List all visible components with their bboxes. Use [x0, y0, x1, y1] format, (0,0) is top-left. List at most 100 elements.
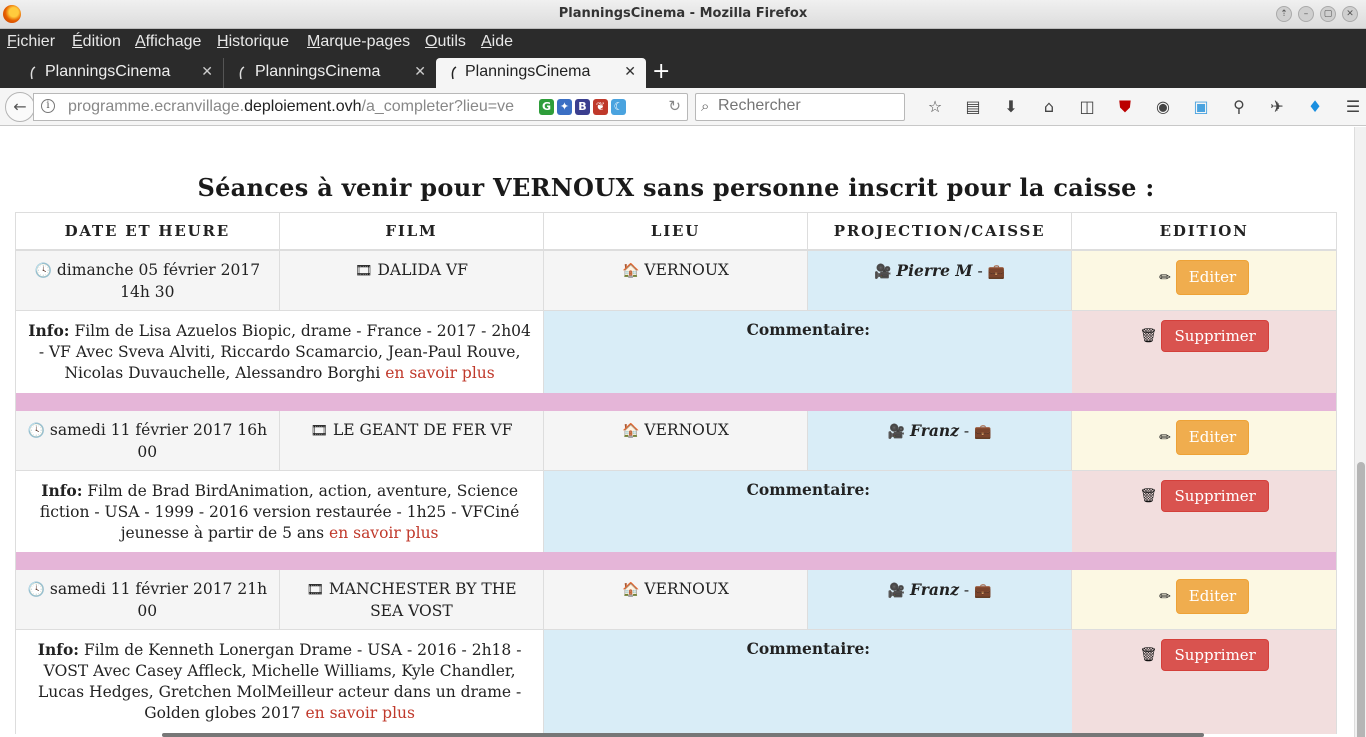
addon-bird-icon[interactable]: ✈	[1258, 96, 1296, 118]
menu-affichage[interactable]: Affichage	[135, 33, 201, 51]
window-minimize-button[interactable]: –	[1298, 6, 1314, 22]
more-info-link[interactable]: en savoir plus	[329, 524, 438, 542]
session-date: samedi 11 février 2017 21h 00	[49, 580, 268, 620]
addon-g-icon[interactable]: G	[539, 99, 554, 115]
edit-button[interactable]: Editer	[1175, 420, 1250, 455]
session-date: samedi 11 février 2017 16h 00	[49, 421, 268, 461]
session-info: Info: Film de Brad BirdAnimation, action…	[16, 471, 545, 552]
addon-b-icon[interactable]: B	[575, 99, 590, 115]
pocket-icon[interactable]: ◫	[1068, 96, 1106, 118]
session-date-cell: 🕓 samedi 11 février 2017 16h 00	[16, 411, 280, 470]
url-text[interactable]: programme.ecranvillage.deploiement.ovh/a…	[68, 98, 518, 116]
comment-label: Commentaire:	[544, 630, 1073, 734]
menu-historique[interactable]: Historique	[217, 33, 289, 51]
tab-1[interactable]: PlanningsCinema ✕	[0, 58, 224, 88]
tab-3-close-icon[interactable]: ✕	[624, 63, 636, 80]
color-picker-icon[interactable]: ◉	[1144, 96, 1182, 118]
window-close-button[interactable]: ✕	[1342, 6, 1358, 22]
video-camera-icon: 🎥	[887, 424, 906, 440]
delete-button[interactable]: Supprimer	[1161, 320, 1269, 352]
session-projection-cell: 🎥 Franz - 💼	[807, 411, 1073, 470]
search-input[interactable]	[718, 97, 898, 115]
window-titlebar: PlanningsCinema - Mozilla Firefox ⇡ – ▢ …	[0, 0, 1366, 29]
menu-marque-pages[interactable]: Marque-pages	[307, 33, 410, 51]
session-projection-cell: 🎥 Franz - 💼	[807, 570, 1073, 629]
ublock-icon[interactable]: ⛊	[1106, 96, 1144, 118]
session-film-cell: 🎞 MANCHESTER BY THE SEA VOST	[279, 570, 545, 629]
menu-fichier[interactable]: Fichier	[7, 33, 55, 51]
session-film: DALIDA VF	[377, 261, 469, 279]
session-delete-cell: 🗑 Supprimer	[1072, 471, 1336, 552]
url-bar[interactable]: i programme.ecranvillage.deploiement.ovh…	[33, 93, 688, 121]
favicon-icon	[239, 66, 245, 80]
tab-bar: PlanningsCinema ✕ PlanningsCinema ✕ Plan…	[0, 58, 1366, 88]
download-icon[interactable]: ⬇	[992, 96, 1030, 118]
menu-outils[interactable]: Outils	[425, 33, 466, 51]
more-info-link[interactable]: en savoir plus	[385, 364, 494, 382]
trash-icon: 🗑	[1139, 646, 1158, 663]
scrollbar-thumb[interactable]	[1357, 462, 1365, 737]
session-place: VERNOUX	[644, 261, 729, 279]
new-tab-plus-icon[interactable]: +	[652, 59, 670, 84]
comment-label: Commentaire:	[544, 471, 1073, 552]
window-title: PlanningsCinema - Mozilla Firefox	[558, 6, 808, 21]
addon-moon-icon[interactable]: ☾	[611, 99, 626, 115]
tab-1-close-icon[interactable]: ✕	[201, 63, 213, 80]
horizontal-scrollbar[interactable]	[162, 733, 1204, 737]
search-box[interactable]: ⌕	[695, 93, 905, 121]
home-icon: 🏠	[622, 263, 640, 279]
table-row: 🕓 samedi 11 février 2017 16h 00 🎞 LE GEA…	[15, 411, 1337, 471]
trash-icon: 🗑	[1139, 487, 1158, 504]
vertical-scrollbar[interactable]	[1354, 127, 1366, 737]
briefcase-icon: 💼	[987, 264, 1006, 280]
screenshot-icon[interactable]: ▣	[1182, 96, 1220, 118]
site-info-icon[interactable]: i	[41, 99, 55, 113]
tab-2[interactable]: PlanningsCinema ✕	[224, 58, 436, 88]
addon-sparkle-icon[interactable]: ✦	[557, 99, 572, 115]
film-icon: 🎞	[310, 423, 329, 439]
briefcase-icon: 💼	[974, 424, 992, 440]
pencil-icon: ✏	[1159, 429, 1171, 446]
page-content: Séances à venir pour VERNOUX sans person…	[0, 127, 1354, 737]
session-date: dimanche 05 février 2017 14h 30	[56, 261, 261, 301]
film-icon: 🎞	[354, 263, 373, 279]
clock-icon: 🕓	[27, 582, 45, 598]
back-arrow-icon[interactable]: ←	[5, 92, 35, 122]
table-row: 🕓 dimanche 05 février 2017 14h 30 🎞 DALI…	[15, 251, 1337, 311]
reload-icon[interactable]: ↻	[668, 97, 681, 115]
edit-button[interactable]: Editer	[1175, 579, 1250, 614]
tab-2-label: PlanningsCinema	[255, 63, 381, 80]
edit-button[interactable]: Editer	[1175, 260, 1250, 295]
reading-list-icon[interactable]: ▤	[954, 96, 992, 118]
menu-edition[interactable]: Édition	[72, 33, 121, 51]
header-date: DATE ET HEURE	[16, 213, 280, 249]
video-camera-icon: 🎥	[887, 583, 906, 599]
addon-flower-icon[interactable]: ❦	[593, 99, 608, 115]
session-edit-cell: ✏ Editer	[1072, 570, 1336, 629]
tab-3-active[interactable]: PlanningsCinema ✕	[436, 58, 646, 88]
session-delete-cell: 🗑 Supprimer	[1072, 630, 1336, 734]
tab-3-label: PlanningsCinema	[465, 63, 591, 80]
session-place-cell: 🏠 VERNOUX	[544, 251, 808, 310]
row-separator	[15, 393, 1337, 411]
session-delete-cell: 🗑 Supprimer	[1072, 311, 1336, 393]
tab-2-close-icon[interactable]: ✕	[414, 63, 426, 80]
table-row: 🕓 samedi 11 février 2017 21h 00 🎞 MANCHE…	[15, 570, 1337, 630]
session-edit-cell: ✏ Editer	[1072, 411, 1336, 470]
more-info-link[interactable]: en savoir plus	[305, 704, 414, 722]
window-maximize-button[interactable]: ▢	[1320, 6, 1336, 22]
tab-1-label: PlanningsCinema	[45, 63, 171, 80]
favicon-icon	[30, 66, 36, 80]
window-shade-button[interactable]: ⇡	[1276, 6, 1292, 22]
hamburger-menu-icon[interactable]: ☰	[1334, 96, 1366, 118]
table-row-details: Info: Film de Brad BirdAnimation, action…	[15, 471, 1337, 552]
session-date-cell: 🕓 dimanche 05 février 2017 14h 30	[16, 251, 280, 310]
bookmark-star-icon[interactable]: ☆	[916, 96, 954, 118]
drop-icon[interactable]: ♦	[1296, 96, 1334, 118]
dev-tool-icon[interactable]: ⚲	[1220, 96, 1258, 118]
delete-button[interactable]: Supprimer	[1161, 639, 1269, 671]
pencil-icon: ✏	[1159, 269, 1171, 286]
home-icon[interactable]: ⌂	[1030, 96, 1068, 118]
delete-button[interactable]: Supprimer	[1161, 480, 1269, 512]
menu-aide[interactable]: Aide	[481, 33, 513, 51]
